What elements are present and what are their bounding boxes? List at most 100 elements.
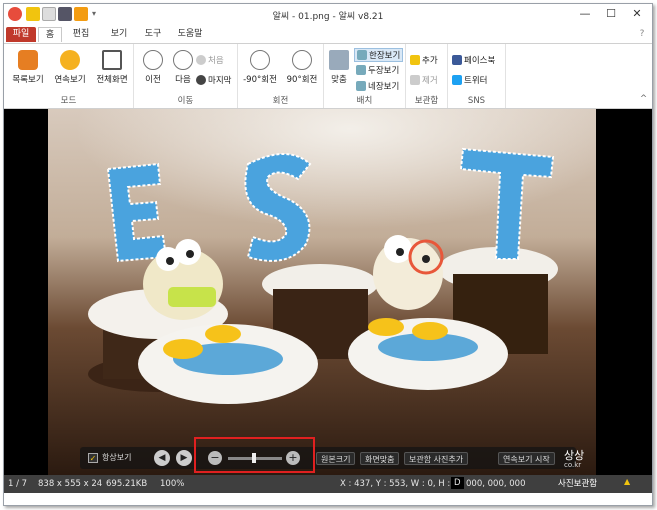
slideshow-button[interactable]: 연속보기 [50, 50, 90, 85]
status-dimensions: 838 x 555 x 24 [38, 479, 103, 489]
fullscreen-button[interactable]: 전체화면 [92, 50, 132, 85]
chevron-right-icon [173, 50, 193, 70]
title-bar: ▾ 알씨 - 01.png - 알씨 v8.21 — ☐ ✕ [4, 4, 652, 26]
status-index: 1 / 7 [8, 479, 28, 489]
two-page-icon [356, 65, 366, 75]
group-rotate: -90°회전 90°회전 회전 [238, 44, 324, 108]
maximize-button[interactable]: ☐ [598, 6, 624, 22]
keep-remove-button[interactable]: 제거 [410, 74, 438, 86]
status-color-swatch: D [451, 477, 464, 489]
ribbon: 목록보기 연속보기 전체화면 모드 이전 다음 처음 마지막 이동 -90°회전… [4, 43, 652, 109]
keep-remove-icon [410, 75, 420, 85]
fit-screen-button[interactable]: 화면맞춤 [360, 452, 400, 465]
rotate-left-label: -90°회전 [243, 75, 277, 85]
prev-image-icon[interactable]: ◀ [154, 450, 170, 466]
fit-icon [329, 50, 349, 70]
four-page-icon [356, 81, 366, 91]
tab-home[interactable]: 홈 [38, 27, 62, 42]
facebook-button[interactable]: 페이스북 [452, 54, 495, 66]
group-layout-label: 배치 [356, 96, 373, 106]
last-button[interactable]: 마지막 [196, 74, 231, 86]
list-view-icon [18, 50, 38, 70]
status-zoom: 100% [160, 479, 185, 489]
rotate-right-icon [292, 50, 312, 70]
keep-add-button[interactable]: 추가 [410, 54, 438, 66]
window-title: 알씨 - 01.png - 알씨 v8.21 [272, 12, 384, 22]
keep-add-icon [410, 55, 420, 65]
keep-add-photo-button[interactable]: 보관함 사진추가 [404, 452, 469, 465]
rotate-left-button[interactable]: -90°회전 [240, 50, 280, 85]
twitter-button[interactable]: 트위터 [452, 74, 487, 86]
two-page-label: 두장보기 [368, 66, 400, 76]
list-view-label: 목록보기 [12, 75, 44, 85]
tab-help[interactable]: 도움말 [172, 27, 208, 42]
photo-album-button[interactable]: 사진보관함 [558, 477, 597, 489]
status-coords: X : 437, Y : 553, W : 0, H : 0 [340, 479, 459, 489]
help-icon[interactable]: ? [636, 27, 648, 42]
twitter-icon [452, 75, 462, 85]
last-label: 마지막 [208, 76, 232, 86]
four-page-label: 네장보기 [368, 82, 400, 92]
group-keep-label: 보관함 [414, 96, 439, 106]
next-image-icon[interactable]: ▶ [176, 450, 192, 466]
status-filesize: 695.21KB [106, 479, 148, 489]
tab-view[interactable]: 보기 [106, 27, 132, 42]
app-window: ▾ 알씨 - 01.png - 알씨 v8.21 — ☐ ✕ 파일 홈 편집 보… [3, 3, 653, 506]
keep-add-label: 추가 [422, 56, 438, 66]
next-button[interactable]: 다음 [168, 50, 198, 85]
one-page-icon [357, 50, 367, 60]
group-keep: 추가 제거 보관함 [406, 44, 448, 108]
original-size-button[interactable]: 원본크기 [316, 452, 356, 465]
chevron-left-icon [143, 50, 163, 70]
fullscreen-icon [102, 50, 122, 70]
group-move: 이전 다음 처음 마지막 이동 [134, 44, 238, 108]
group-sns: 페이스북 트위터 SNS [448, 44, 506, 108]
slideshow-label: 연속보기 [54, 75, 86, 85]
tab-file[interactable]: 파일 [6, 27, 36, 42]
ribbon-tab-bar: 파일 홈 편집 보기 도구 도움말 ? [4, 26, 652, 43]
rotate-right-label: 90°회전 [286, 75, 318, 85]
close-button[interactable]: ✕ [624, 6, 650, 22]
bottom-strip [4, 493, 652, 505]
watermark-domain: co.kr [564, 461, 582, 469]
status-color-value: 000, 000, 000 [466, 479, 526, 489]
facebook-label: 페이스북 [464, 56, 496, 66]
collapse-ribbon-icon[interactable]: ^ [640, 94, 647, 104]
minimize-button[interactable]: — [572, 6, 598, 22]
play-icon [60, 50, 80, 70]
group-mode: 목록보기 연속보기 전체화면 모드 [4, 44, 134, 108]
first-icon [196, 55, 206, 65]
rotate-right-button[interactable]: 90°회전 [282, 50, 322, 85]
group-rotate-label: 회전 [272, 96, 289, 106]
first-label: 처음 [208, 56, 224, 66]
group-mode-label: 모드 [60, 96, 77, 106]
viewer-overlay-toolbar: ✓ 항상보기 ◀ ▶ − + 원본크기 화면맞춤 보관함 사진추가 연속보기 시… [80, 447, 576, 469]
fit-button[interactable]: 맞춤 [326, 50, 352, 85]
four-page-button[interactable]: 네장보기 [356, 80, 399, 92]
keep-remove-label: 제거 [422, 76, 438, 86]
list-view-button[interactable]: 목록보기 [8, 50, 48, 85]
two-page-button[interactable]: 두장보기 [356, 64, 399, 76]
tab-tools[interactable]: 도구 [140, 27, 166, 42]
next-label: 다음 [175, 75, 191, 85]
album-toggle-icon[interactable]: ▲ [624, 477, 630, 486]
last-icon [196, 75, 206, 85]
twitter-label: 트위터 [464, 76, 488, 86]
fullscreen-label: 전체화면 [96, 75, 128, 85]
fit-label: 맞춤 [331, 75, 347, 85]
photo-cupcakes [48, 109, 596, 475]
slideshow-start-button[interactable]: 연속보기 시작 [498, 452, 555, 465]
photo-image [48, 109, 596, 475]
first-button[interactable]: 처음 [196, 54, 224, 66]
tab-edit[interactable]: 편집 [68, 27, 94, 42]
always-show-checkbox[interactable]: ✓ [88, 453, 98, 463]
group-sns-label: SNS [467, 96, 486, 106]
prev-button[interactable]: 이전 [138, 50, 168, 85]
always-show-label: 항상보기 [102, 453, 132, 462]
one-page-button[interactable]: 한장보기 [354, 48, 404, 62]
image-viewer[interactable]: ✓ 항상보기 ◀ ▶ − + 원본크기 화면맞춤 보관함 사진추가 연속보기 시… [4, 109, 652, 475]
highlight-box [194, 437, 315, 473]
facebook-icon [452, 55, 462, 65]
group-layout: 맞춤 한장보기 두장보기 네장보기 배치 [324, 44, 406, 108]
prev-label: 이전 [145, 75, 161, 85]
